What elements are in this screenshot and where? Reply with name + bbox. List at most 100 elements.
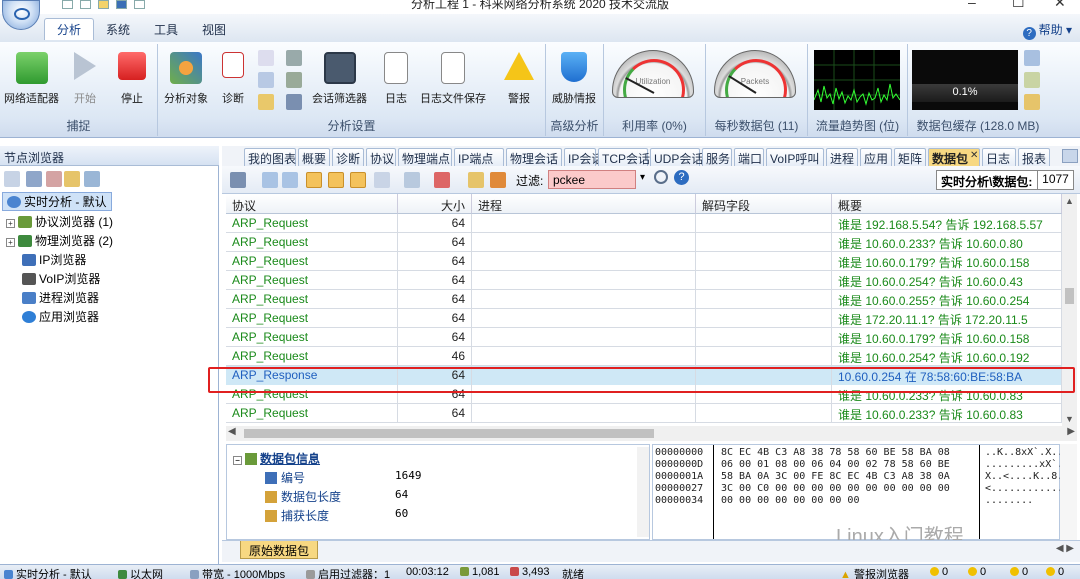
view-tab[interactable]: TCP会话	[598, 148, 650, 166]
save-icon[interactable]	[116, 0, 127, 9]
new-icon[interactable]	[62, 0, 73, 9]
table-row[interactable]: ARP_Request 64 谁是 10.60.0.233? 告诉 10.60.0.…	[226, 404, 1062, 423]
alert-browser-status[interactable]: ▲ 警报浏览器	[840, 566, 909, 579]
log-save-button[interactable]: 日志文件保存	[420, 52, 486, 106]
buffer-clear-icon[interactable]	[1024, 94, 1040, 110]
table-row[interactable]: ARP_Request 64 谁是 10.60.0.255? 告诉 10.60.0.…	[226, 290, 1062, 309]
column-header-protocol[interactable]: 协议	[226, 194, 398, 214]
expand-icon[interactable]: +	[6, 238, 15, 247]
view-mode-icon-2[interactable]	[328, 172, 344, 188]
packet-info-title[interactable]: − 数据包信息	[233, 450, 320, 467]
small-tool-icon-3[interactable]	[258, 94, 274, 110]
table-row[interactable]: ARP_Request 64 谁是 192.168.5.54? 告诉 192.168…	[226, 214, 1062, 233]
view-tab[interactable]: 日志	[982, 148, 1016, 166]
open-icon[interactable]	[80, 0, 91, 9]
close-button[interactable]: ✕	[1054, 0, 1066, 11]
tab-raw-packet[interactable]: 原始数据包	[240, 541, 319, 559]
tree-item-ip-browser[interactable]: IP浏览器	[22, 251, 86, 268]
table-horizontal-scrollbar[interactable]: ◀ ▶	[226, 426, 1077, 441]
mark-icon[interactable]	[468, 172, 484, 188]
view-tab[interactable]: IP端点	[454, 148, 504, 166]
buffer-save-icon[interactable]	[1024, 72, 1040, 88]
filter-small-icon[interactable]	[286, 72, 302, 88]
view-tab[interactable]: 应用	[860, 148, 892, 166]
view-tab[interactable]: 端口	[734, 148, 764, 166]
field-capture-length[interactable]: 捕获长度	[265, 507, 329, 524]
tree-item-process-browser[interactable]: 进程浏览器	[22, 289, 99, 306]
scroll-down-icon[interactable]: ▼	[1065, 414, 1074, 424]
decode-icon[interactable]	[374, 172, 390, 188]
buffer-settings-icon[interactable]	[1024, 50, 1040, 66]
small-tool-icon-1[interactable]	[258, 50, 274, 66]
scroll-thumb[interactable]	[1065, 288, 1074, 304]
locate-icon[interactable]	[490, 172, 506, 188]
scroll-right-icon[interactable]: ▶	[1067, 426, 1075, 437]
filter-dropdown-icon[interactable]: ▾	[640, 172, 645, 183]
table-row[interactable]: ARP_Request 64 谁是 10.60.0.233? 告诉 10.60.0.…	[226, 233, 1062, 252]
column-header-process[interactable]: 进程	[472, 194, 696, 214]
view-tab[interactable]: 物理端点	[398, 148, 452, 166]
table-row[interactable]: ARP_Request 46 谁是 10.60.0.254? 告诉 10.60.0.…	[226, 347, 1062, 366]
report-icon[interactable]	[134, 0, 145, 9]
tree-item-physical-browser[interactable]: + 物理浏览器 (2)	[6, 232, 113, 249]
folder-icon[interactable]	[98, 0, 109, 9]
field-packet-length[interactable]: 数据包长度	[265, 488, 341, 505]
scroll-up-icon[interactable]: ▲	[1065, 196, 1074, 206]
column-header-summary[interactable]: 概要	[832, 194, 1062, 214]
collapse-icon[interactable]: −	[233, 456, 242, 465]
table-row[interactable]: ARP_Request 64 谁是 10.60.0.254? 告诉 10.60.0.…	[226, 271, 1062, 290]
tree-tool-icon-2[interactable]	[26, 171, 42, 187]
analysis-object-button[interactable]: 分析对象	[164, 52, 208, 106]
tree-tool-icon-1[interactable]	[4, 171, 20, 187]
back-icon[interactable]	[262, 172, 278, 188]
column-header-decode[interactable]: 解码字段	[696, 194, 832, 214]
minimize-button[interactable]: –	[968, 0, 976, 10]
view-tab[interactable]: UDP会话	[650, 148, 703, 166]
session-filter-button[interactable]: 会话筛选器	[312, 52, 367, 106]
tree-tool-icon-4[interactable]	[64, 171, 80, 187]
small-tool-icon-4[interactable]	[286, 50, 302, 66]
stop-button[interactable]: 停止	[118, 52, 146, 106]
view-tab[interactable]: 物理会话	[506, 148, 562, 166]
tab-view[interactable]: 视图	[202, 21, 226, 38]
search-icon[interactable]	[654, 170, 668, 184]
detail-scrollbar[interactable]	[637, 447, 649, 537]
view-tab[interactable]: VoIP呼叫	[766, 148, 824, 166]
tab-tools[interactable]: 工具	[154, 21, 178, 38]
tree-tool-icon-3[interactable]	[46, 171, 62, 187]
filter-tool-icon[interactable]	[404, 172, 420, 188]
alert-button[interactable]: 警报	[504, 52, 534, 106]
view-tab[interactable]: 进程	[826, 148, 858, 166]
view-tab[interactable]: 矩阵	[894, 148, 926, 166]
log-button[interactable]: 日志	[384, 52, 408, 106]
view-tab[interactable]: 协议	[366, 148, 396, 166]
tree-item-voip-browser[interactable]: VoIP浏览器	[22, 270, 100, 287]
view-tab[interactable]: 我的图表	[244, 148, 296, 166]
tab-scroll-icon[interactable]: ◀ ▶	[1056, 543, 1074, 554]
view-mode-icon-3[interactable]	[350, 172, 366, 188]
threat-intel-button[interactable]: 威胁情报	[552, 52, 596, 106]
table-row[interactable]: ARP_Request 64 谁是 172.20.11.1? 告诉 172.20.1…	[226, 309, 1062, 328]
view-tab[interactable]: 诊断	[332, 148, 364, 166]
start-button[interactable]: 开始	[74, 52, 96, 106]
small-tool-icon-6[interactable]	[286, 94, 302, 110]
view-mode-icon-1[interactable]	[306, 172, 322, 188]
tab-analysis[interactable]: 分析	[44, 18, 95, 40]
view-tab[interactable]: 概要	[298, 148, 330, 166]
view-tab[interactable]: 服务	[702, 148, 732, 166]
diagnosis-button[interactable]: 诊断	[222, 52, 244, 106]
filter-input[interactable]: pckee	[548, 170, 636, 189]
tab-list-icon[interactable]	[1062, 149, 1078, 163]
packet-tool-icon[interactable]	[230, 172, 246, 188]
tab-system[interactable]: 系统	[106, 21, 130, 38]
forward-icon[interactable]	[282, 172, 298, 188]
scroll-left-icon[interactable]: ◀	[228, 426, 236, 437]
close-tab-icon[interactable]: ✕	[970, 150, 978, 161]
help-button[interactable]: ? 帮助 ▾	[1022, 21, 1072, 40]
expand-icon[interactable]: +	[6, 219, 15, 228]
color-rule-icon[interactable]	[434, 172, 450, 188]
tree-item-realtime-analysis[interactable]: 实时分析 - 默认	[2, 192, 112, 211]
tree-item-protocol-browser[interactable]: + 协议浏览器 (1)	[6, 213, 113, 230]
filter-help-icon[interactable]: ?	[674, 170, 689, 185]
field-number[interactable]: 编号	[265, 469, 305, 486]
